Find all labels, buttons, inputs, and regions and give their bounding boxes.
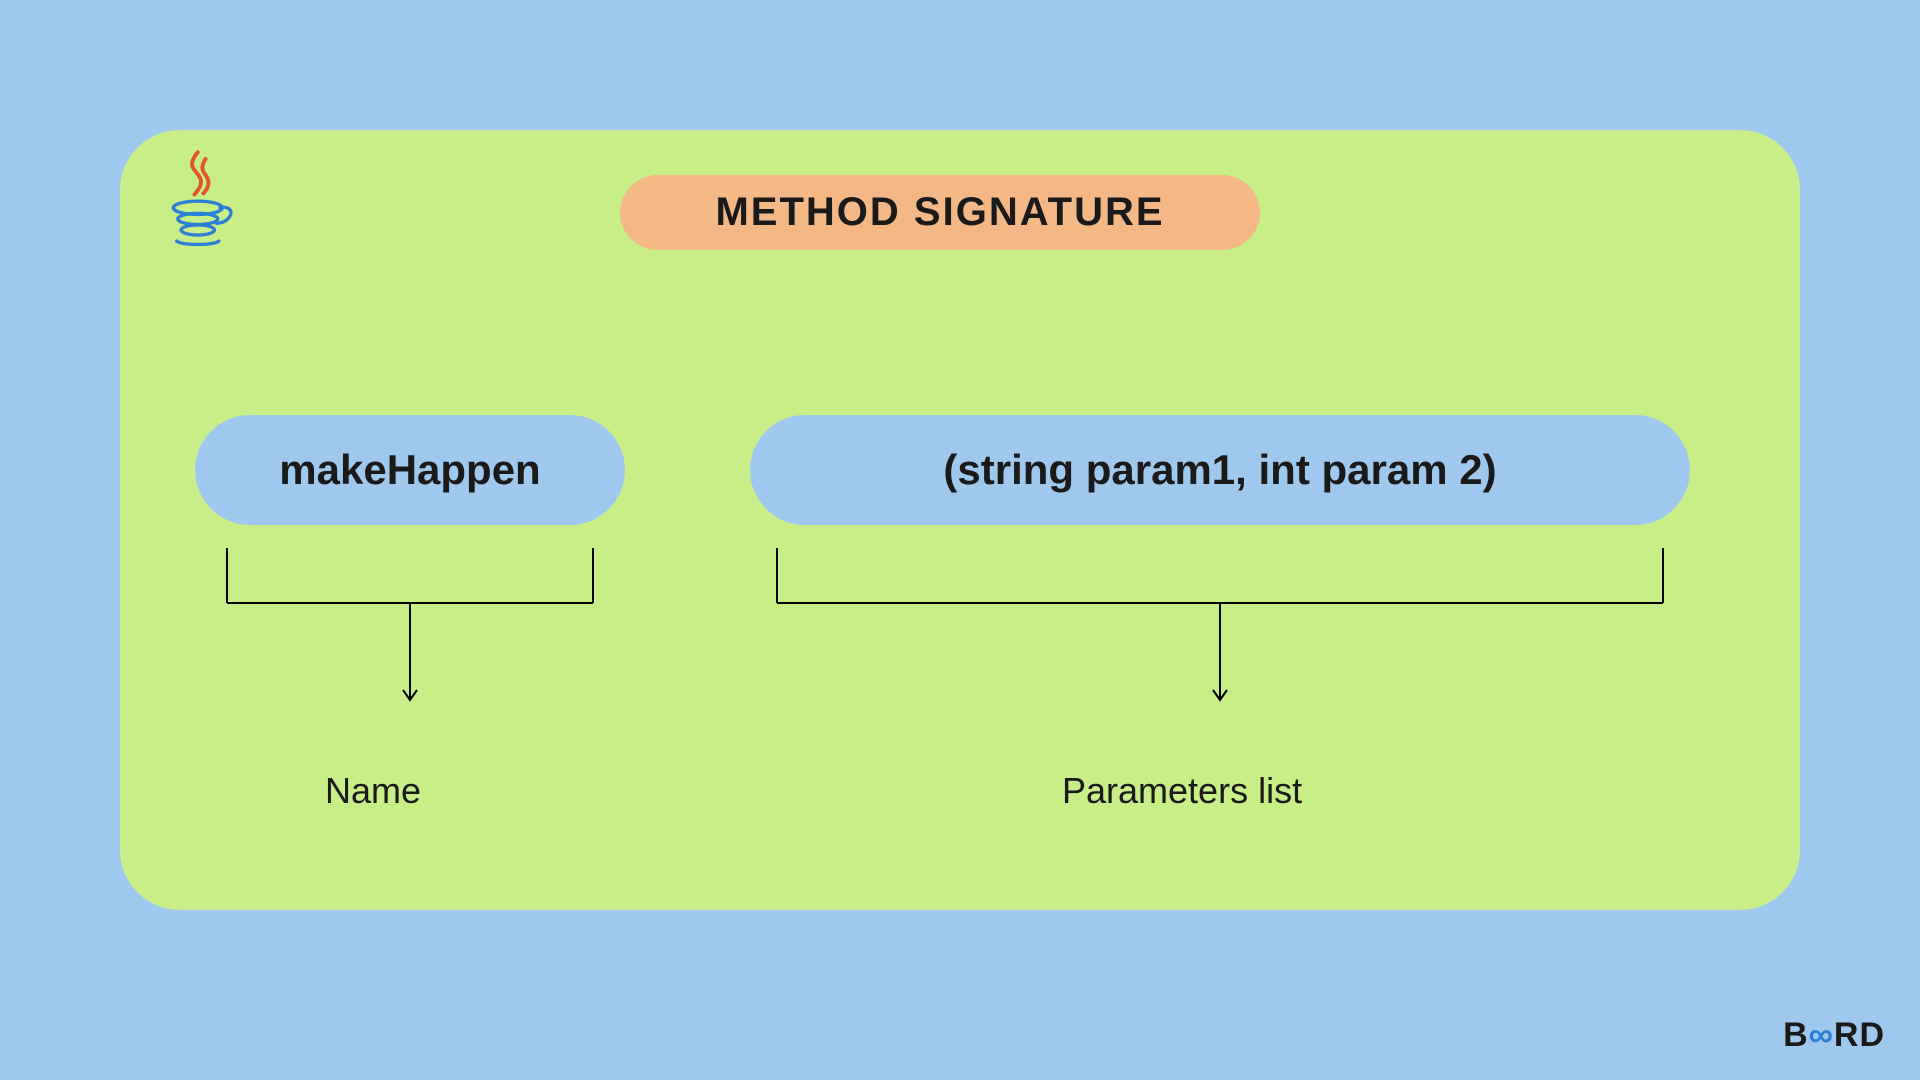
method-name-pill: makeHappen — [195, 415, 625, 525]
bracket-params — [775, 548, 1665, 733]
params-text: (string param1, int param 2) — [943, 446, 1496, 494]
label-params: Parameters list — [1062, 770, 1302, 812]
brand-logo: B∞RD — [1783, 1016, 1885, 1055]
label-name: Name — [325, 770, 421, 812]
bracket-name — [225, 548, 595, 733]
java-icon — [155, 150, 245, 250]
params-pill: (string param1, int param 2) — [750, 415, 1690, 525]
brand-suffix: RD — [1834, 1016, 1885, 1055]
title-pill: METHOD SIGNATURE — [620, 175, 1260, 250]
method-name-text: makeHappen — [279, 446, 540, 494]
title-text: METHOD SIGNATURE — [715, 190, 1164, 235]
brand-prefix: B — [1783, 1016, 1809, 1055]
brand-accent: ∞ — [1809, 1016, 1834, 1055]
